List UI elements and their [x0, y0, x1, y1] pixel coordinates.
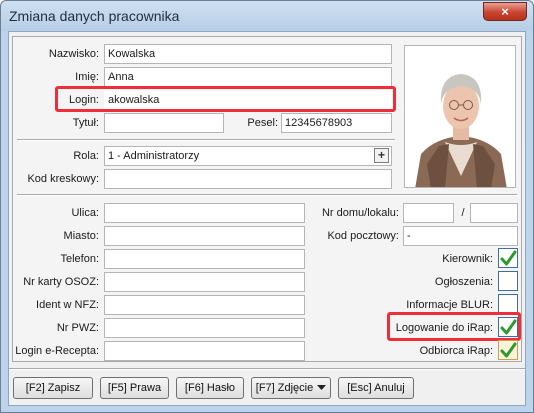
odbiorca-irap-label: Odbiorca iRap:: [419, 345, 493, 357]
photo-image: [405, 46, 515, 187]
tytul-label: Tytuł:: [72, 117, 99, 129]
kod-kreskowy-label: Kod kreskowy:: [27, 173, 99, 185]
dialog-client-area: Nazwisko: Kowalska Imię: Anna Login: ako…: [8, 31, 526, 406]
telefon-label: Telefon:: [60, 253, 99, 265]
miasto-field[interactable]: [104, 226, 305, 246]
imie-label: Imię:: [75, 71, 99, 83]
telefon-field[interactable]: [104, 249, 305, 269]
logowanie-irap-highlight: [387, 312, 521, 341]
ogloszenia-label: Ogłoszenia:: [434, 276, 493, 288]
password-button[interactable]: [F6] Hasło: [176, 377, 244, 399]
nazwisko-field[interactable]: Kowalska: [104, 44, 392, 64]
pesel-label: Pesel:: [247, 117, 278, 129]
kod-pocztowy-label: Kod pocztowy:: [327, 230, 399, 242]
rola-add-button[interactable]: +: [374, 148, 389, 163]
checkmark-icon: [500, 250, 517, 266]
nr-lokalu-field[interactable]: [470, 203, 518, 223]
informacje-blur-label: Informacje BLUR:: [406, 299, 493, 311]
nr-karty-osoz-field[interactable]: [104, 272, 305, 292]
dropdown-arrow-icon: [317, 385, 327, 390]
button-bar-separator: [9, 368, 525, 370]
window-title: Zmiana danych pracownika: [9, 8, 180, 24]
ident-nfz-field[interactable]: [104, 295, 305, 315]
login-erecepta-label: Login e-Recepta:: [15, 345, 99, 357]
nr-domu-label: Nr domu/lokalu:: [321, 207, 399, 219]
nr-domu-separator: /: [461, 207, 465, 219]
informacje-blur-checkbox[interactable]: [498, 294, 518, 314]
permissions-button[interactable]: [F5] Prawa: [100, 377, 169, 399]
nr-domu-field[interactable]: [403, 203, 454, 223]
close-icon: ×: [501, 4, 509, 19]
dialog-window: Zmiana danych pracownika × Nazwisko: Kow…: [0, 0, 534, 413]
separator-top: [17, 139, 395, 141]
miasto-label: Miasto:: [63, 230, 99, 242]
ulica-label: Ulica:: [71, 207, 99, 219]
kierownik-label: Kierownik:: [442, 253, 493, 265]
employee-photo: [404, 45, 516, 188]
save-button[interactable]: [F2] Zapisz: [13, 377, 93, 399]
ulica-field[interactable]: [104, 203, 305, 223]
imie-field[interactable]: Anna: [104, 67, 392, 87]
kod-pocztowy-field[interactable]: -: [403, 226, 518, 246]
checkmark-icon: [500, 342, 517, 358]
pesel-field[interactable]: 12345678903: [281, 113, 392, 133]
tytul-field[interactable]: [104, 113, 224, 133]
photo-button-label: [F7] Zdjęcie: [255, 382, 314, 394]
separator-middle: [17, 194, 517, 196]
ogloszenia-checkbox[interactable]: [498, 271, 518, 291]
rola-field[interactable]: 1 - Administratorzy: [104, 146, 392, 166]
kierownik-checkbox[interactable]: [498, 248, 518, 268]
nr-pwz-field[interactable]: [104, 318, 305, 338]
ident-nfz-label: Ident w NFZ:: [36, 299, 99, 311]
title-bar[interactable]: Zmiana danych pracownika ×: [1, 1, 533, 31]
kod-kreskowy-field[interactable]: [104, 169, 392, 189]
rola-label: Rola:: [73, 150, 99, 162]
nazwisko-label: Nazwisko:: [48, 48, 99, 60]
employee-form-panel: Nazwisko: Kowalska Imię: Anna Login: ako…: [12, 36, 522, 362]
login-highlight: [55, 86, 396, 112]
login-erecepta-field[interactable]: [104, 341, 305, 361]
nr-karty-osoz-label: Nr karty OSOZ:: [23, 276, 99, 288]
photo-button[interactable]: [F7] Zdjęcie: [251, 377, 331, 399]
close-button[interactable]: ×: [483, 2, 527, 21]
plus-icon: +: [377, 148, 385, 162]
nr-pwz-label: Nr PWZ:: [56, 322, 99, 334]
rola-value: 1 - Administratorzy: [108, 150, 200, 162]
cancel-button[interactable]: [Esc] Anuluj: [338, 377, 414, 399]
odbiorca-irap-checkbox[interactable]: [498, 340, 518, 360]
